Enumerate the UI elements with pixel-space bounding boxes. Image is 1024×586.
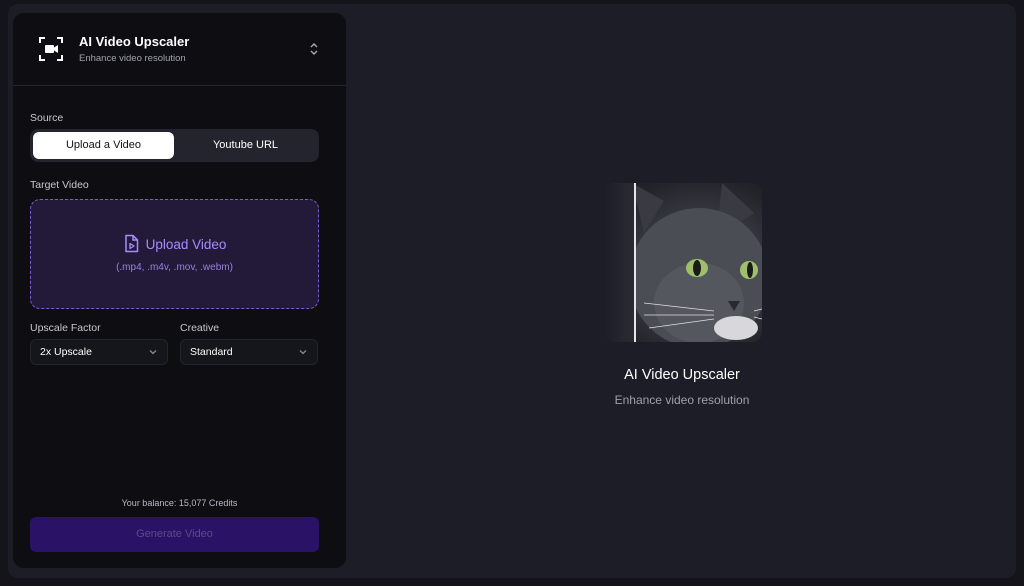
upload-row: Upload Video xyxy=(31,234,318,253)
creative-value: Standard xyxy=(190,346,233,358)
tab-youtube-url[interactable]: Youtube URL xyxy=(175,132,316,159)
tool-title: AI Video Upscaler xyxy=(79,34,190,49)
chevron-up-down-icon[interactable] xyxy=(308,41,320,57)
upscale-factor-value: 2x Upscale xyxy=(40,346,92,358)
tab-upload-video[interactable]: Upload a Video xyxy=(33,132,174,159)
upscale-factor-select[interactable]: 2x Upscale xyxy=(30,339,168,365)
credit-balance: Your balance: 15,077 Credits xyxy=(121,498,238,508)
target-video-label: Target Video xyxy=(30,179,89,191)
sidebar-panel: AI Video Upscaler Enhance video resoluti… xyxy=(12,12,347,569)
upload-format-hint: (.mp4, .m4v, .mov, .webm) xyxy=(116,262,233,273)
preview-image xyxy=(604,183,762,342)
compare-divider[interactable] xyxy=(634,183,636,342)
expand-video-icon xyxy=(33,31,69,67)
tool-header[interactable]: AI Video Upscaler Enhance video resoluti… xyxy=(13,13,346,86)
upload-video-label: Upload Video xyxy=(145,237,227,252)
generate-video-button[interactable]: Generate Video xyxy=(30,517,319,552)
chevron-down-icon xyxy=(299,350,307,355)
tool-subtitle: Enhance video resolution xyxy=(79,53,186,64)
creative-select[interactable]: Standard xyxy=(180,339,318,365)
source-label: Source xyxy=(30,112,64,124)
upscale-factor-label: Upscale Factor xyxy=(30,322,101,334)
source-tabs: Upload a Video Youtube URL xyxy=(30,129,319,162)
chevron-down-icon xyxy=(149,350,157,355)
preview-subtitle: Enhance video resolution xyxy=(614,393,750,407)
video-file-icon xyxy=(124,234,138,253)
preview-original-side xyxy=(604,183,634,342)
upload-dropzone[interactable]: Upload Video (.mp4, .m4v, .mov, .webm) xyxy=(30,199,319,309)
creative-label: Creative xyxy=(180,322,220,334)
preview-title: AI Video Upscaler xyxy=(624,367,740,383)
